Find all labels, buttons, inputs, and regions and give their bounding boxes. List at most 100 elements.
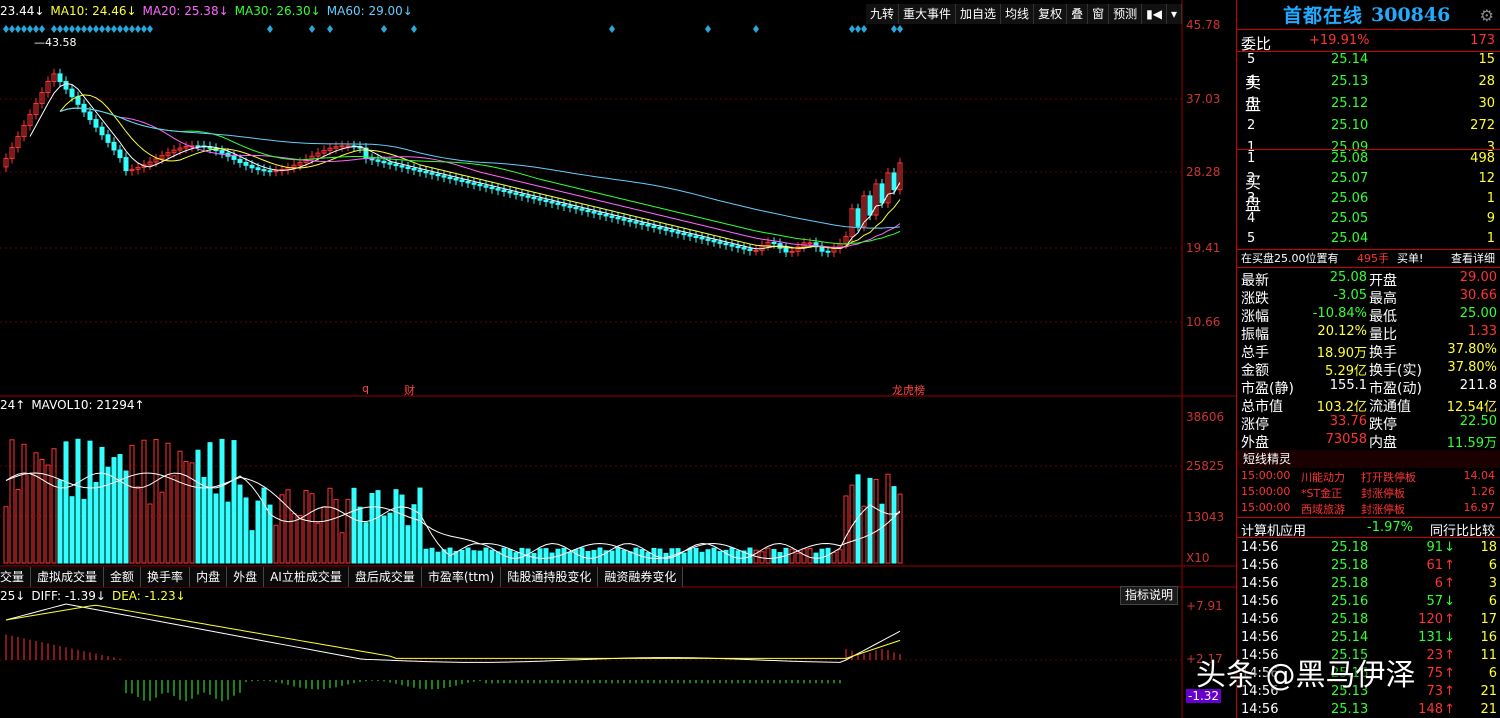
volume-bar bbox=[339, 532, 345, 564]
volume-bar bbox=[807, 548, 813, 564]
candle-body bbox=[615, 216, 621, 220]
volume-bar bbox=[243, 497, 249, 564]
indicator-tab[interactable]: 虚拟成交量 bbox=[31, 567, 105, 587]
chart-toolbar: 九转 重大事件 加自选 均线 复权叠窗预测 ▮◀ ▾ bbox=[866, 4, 1182, 24]
ma-line bbox=[59, 107, 901, 248]
sell-order-row: 4 25.13 28 bbox=[1237, 74, 1500, 92]
chart-area[interactable]: 23.44↓ MA10: 24.46↓ MA20: 25.38↓ MA30: 26.3… bbox=[0, 0, 1236, 718]
signal-marker bbox=[3, 25, 9, 33]
cell: 37.80% bbox=[1447, 342, 1497, 357]
indicator-tab[interactable]: 融资融券变化 bbox=[598, 567, 684, 587]
kline-chart[interactable] bbox=[0, 0, 1236, 718]
buy-order-row: 2 25.07 12 bbox=[1237, 171, 1500, 189]
candle-body bbox=[459, 179, 465, 182]
cell: 16 bbox=[1480, 630, 1497, 645]
volume-bar bbox=[207, 442, 213, 564]
volume-bar bbox=[399, 494, 405, 564]
candle-body bbox=[417, 169, 423, 172]
event-marker[interactable]: 财 bbox=[404, 382, 415, 398]
tick-row: 14:56 25.18 120 ↑ 17 bbox=[1237, 612, 1500, 630]
indicator-help-button[interactable]: 指标说明 bbox=[1120, 586, 1178, 605]
gear-icon[interactable]: ⚙ bbox=[1480, 6, 1494, 25]
cell: -10.84% bbox=[1312, 306, 1367, 321]
indicator-tab[interactable]: 金额 bbox=[104, 567, 142, 587]
indicator-tab[interactable]: 内盘 bbox=[190, 567, 228, 587]
volume-bar bbox=[381, 515, 387, 564]
cell: 买单! bbox=[1397, 252, 1424, 265]
volume-bar bbox=[771, 549, 777, 564]
candle-body bbox=[471, 182, 477, 185]
toolbar-button[interactable]: 九转 bbox=[866, 4, 900, 24]
cell: 21 bbox=[1480, 702, 1497, 717]
toolbar-button[interactable]: 窗 bbox=[1088, 4, 1110, 24]
stock-title: 首都在线 300846 bbox=[1237, 0, 1500, 30]
toolbar-button[interactable]: 预测 bbox=[1109, 4, 1143, 24]
volume-bar bbox=[543, 548, 549, 564]
volume-bar bbox=[57, 479, 63, 564]
indicator-tab[interactable]: 外盘 bbox=[227, 567, 265, 587]
toolbar-button[interactable]: ▮◀ bbox=[1142, 4, 1167, 24]
volume-bar bbox=[201, 476, 207, 564]
toolbar-button[interactable]: 均线 bbox=[1001, 4, 1035, 24]
volume-bar bbox=[819, 548, 825, 564]
volume-bar bbox=[165, 442, 171, 564]
indicator-tab[interactable]: 市盈率(ttm) bbox=[421, 567, 502, 587]
indicator-tab[interactable]: 陆股通持股变化 bbox=[501, 567, 599, 587]
cell: 25.18 bbox=[1331, 540, 1369, 555]
candle-body bbox=[735, 245, 741, 249]
cell: -1.97% bbox=[1367, 520, 1413, 535]
volume-bar bbox=[459, 549, 465, 564]
cell: +19.91% bbox=[1309, 33, 1370, 48]
arrow-down-icon: ↓ bbox=[1444, 630, 1455, 645]
volume-bar bbox=[231, 440, 237, 564]
signal-marker bbox=[891, 25, 897, 33]
indicator-tab[interactable]: 交量 bbox=[0, 567, 32, 587]
indicator-tab[interactable]: 换手率 bbox=[141, 567, 191, 587]
event-marker[interactable]: 龙虎榜 bbox=[892, 382, 925, 398]
candle-body bbox=[741, 247, 747, 250]
cell: 211.8 bbox=[1459, 378, 1497, 393]
arrow-up-icon: ↑ bbox=[1444, 684, 1455, 699]
candle-body bbox=[717, 241, 723, 244]
cell: 12.54亿 bbox=[1446, 400, 1497, 415]
signal-marker bbox=[849, 25, 855, 33]
quote-row: 涨幅 -10.84% 最低 25.00 bbox=[1237, 306, 1500, 325]
volume-bar bbox=[717, 551, 723, 564]
indicator-tab[interactable]: 盘后成交量 bbox=[348, 567, 422, 587]
cell: 14:56 bbox=[1241, 612, 1279, 627]
event-marker[interactable]: q bbox=[362, 382, 369, 395]
signal-marker bbox=[57, 25, 63, 33]
candle-body bbox=[345, 145, 351, 148]
volume-bar bbox=[699, 551, 705, 564]
cell: 1 bbox=[1247, 151, 1256, 166]
candle-body bbox=[435, 173, 441, 177]
toolbar-button[interactable]: 加自选 bbox=[956, 4, 1002, 24]
cell: 换手 bbox=[1369, 345, 1397, 361]
indicator-tab[interactable]: AI立桩成交量 bbox=[264, 567, 349, 587]
volume-bar bbox=[21, 443, 27, 564]
toolbar-button[interactable]: 叠 bbox=[1067, 4, 1089, 24]
toolbar-button[interactable]: 复权 bbox=[1034, 4, 1068, 24]
volume-bar bbox=[435, 551, 441, 564]
quote-row: 涨跌 -3.05 最高 30.66 bbox=[1237, 288, 1500, 307]
candle-body bbox=[711, 239, 717, 243]
toolbar-button[interactable]: 重大事件 bbox=[899, 4, 957, 24]
candle-body bbox=[597, 212, 603, 216]
cell: 流通值 bbox=[1369, 399, 1411, 415]
volume-bar bbox=[87, 440, 93, 564]
volume-bar bbox=[81, 498, 87, 564]
candle-body bbox=[63, 80, 69, 90]
candle-body bbox=[555, 202, 561, 205]
tick-row: 14:56 25.13 148 ↑ 21 bbox=[1237, 702, 1500, 718]
toolbar-button[interactable]: ▾ bbox=[1166, 4, 1182, 24]
candle-body bbox=[255, 167, 261, 171]
cell: 5 bbox=[1247, 52, 1256, 67]
cell: 25.07 bbox=[1331, 171, 1369, 186]
candle-body bbox=[249, 164, 255, 169]
cell: 4 bbox=[1247, 74, 1256, 89]
tick-row: 14:56 25.16 57 ↓ 6 bbox=[1237, 594, 1500, 612]
weibi-row: 委比 +19.91% 173 bbox=[1237, 33, 1500, 53]
volume-bar bbox=[879, 503, 885, 564]
cell: 103.2亿 bbox=[1316, 400, 1367, 415]
volume-axis-label: 25825 bbox=[1186, 459, 1225, 473]
